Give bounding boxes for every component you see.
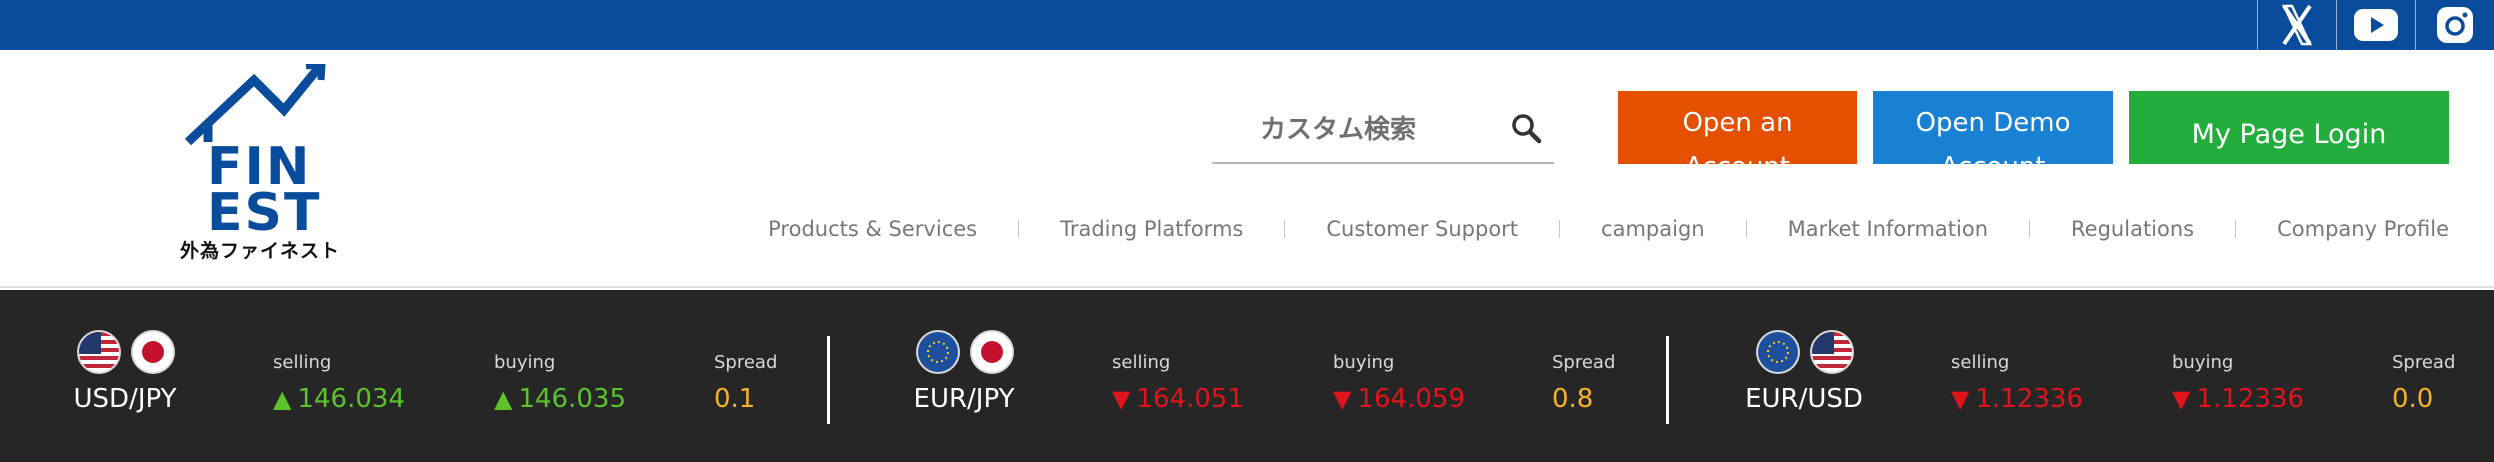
nav-separator	[1284, 220, 1286, 238]
eu-flag-icon	[1756, 330, 1800, 374]
spread-label: Spread	[714, 352, 778, 373]
arrow-down-icon: ▼	[1951, 385, 1970, 413]
logo-subtitle: 外為ファイネスト	[180, 240, 341, 262]
nav-regulations[interactable]: Regulations	[2071, 217, 2194, 241]
arrow-up-icon: ▲	[494, 385, 513, 413]
site-logo[interactable]: FIN EST 外為ファイネスト	[180, 60, 350, 264]
pair-name: EUR/USD	[1745, 384, 1863, 414]
spread-value: 0.0	[2392, 384, 2434, 414]
buying-label: buying	[494, 352, 556, 373]
open-account-button[interactable]: Open an Account	[1618, 91, 1857, 164]
pair-divider	[1666, 336, 1669, 424]
selling-value: ▲ 146.034	[273, 384, 405, 414]
x-link[interactable]	[2257, 0, 2336, 50]
nav-separator	[2029, 220, 2031, 238]
us-flag-icon	[1810, 330, 1854, 374]
selling-label: selling	[1112, 352, 1171, 373]
selling-value: ▼ 1.12336	[1951, 384, 2083, 414]
arrow-down-icon: ▼	[1112, 385, 1131, 413]
buying-value: ▼ 164.059	[1333, 384, 1465, 414]
us-flag-icon	[77, 330, 121, 374]
site-header: FIN EST 外為ファイネスト Open an Account Open De…	[0, 50, 2494, 288]
x-icon	[2282, 4, 2312, 46]
pair-divider	[827, 336, 830, 424]
social-links	[2257, 0, 2494, 50]
eu-flag-icon	[916, 330, 960, 374]
spread-label: Spread	[2392, 352, 2456, 373]
spread-value: 0.8	[1552, 384, 1594, 414]
instagram-icon	[2437, 7, 2473, 43]
main-nav: Products & Services Trading Platforms Cu…	[768, 213, 2449, 245]
youtube-icon	[2354, 9, 2398, 41]
pair-name: EUR/JPY	[913, 384, 1015, 414]
nav-products-services[interactable]: Products & Services	[768, 217, 977, 241]
rate-ticker: USD/JPY selling buying Spread ▲ 146.034 ▲…	[0, 290, 2494, 462]
arrow-down-icon: ▼	[2172, 385, 2191, 413]
instagram-link[interactable]	[2415, 0, 2494, 50]
selling-label: selling	[273, 352, 332, 373]
nav-campaign[interactable]: campaign	[1601, 217, 1705, 241]
search-box	[1212, 90, 1554, 164]
top-bar	[0, 0, 2494, 50]
pair-name: USD/JPY	[73, 384, 177, 414]
nav-separator	[2235, 220, 2237, 238]
open-demo-account-button[interactable]: Open Demo Account	[1873, 91, 2113, 164]
jp-flag-icon	[970, 330, 1014, 374]
svg-text:EST: EST	[207, 183, 321, 234]
nav-separator	[1745, 220, 1747, 238]
spread-label: Spread	[1552, 352, 1616, 373]
nav-customer-support[interactable]: Customer Support	[1326, 217, 1518, 241]
search-input[interactable]	[1260, 112, 1500, 148]
nav-market-information[interactable]: Market Information	[1788, 217, 1988, 241]
selling-label: selling	[1951, 352, 2010, 373]
nav-separator	[1559, 220, 1561, 238]
my-page-login-button[interactable]: My Page Login	[2129, 91, 2449, 164]
logo-mark-icon: FIN EST	[184, 60, 326, 243]
spread-value: 0.1	[714, 384, 756, 414]
buying-value: ▼ 1.12336	[2172, 384, 2304, 414]
nav-trading-platforms[interactable]: Trading Platforms	[1060, 217, 1243, 241]
youtube-link[interactable]	[2336, 0, 2415, 50]
search-icon[interactable]	[1510, 112, 1542, 144]
buying-label: buying	[2172, 352, 2234, 373]
buying-label: buying	[1333, 352, 1395, 373]
nav-separator	[1018, 220, 1020, 238]
selling-value: ▼ 164.051	[1112, 384, 1244, 414]
arrow-down-icon: ▼	[1333, 385, 1352, 413]
buying-value: ▲ 146.035	[494, 384, 626, 414]
nav-company-profile[interactable]: Company Profile	[2277, 217, 2449, 241]
jp-flag-icon	[131, 330, 175, 374]
arrow-up-icon: ▲	[273, 385, 292, 413]
